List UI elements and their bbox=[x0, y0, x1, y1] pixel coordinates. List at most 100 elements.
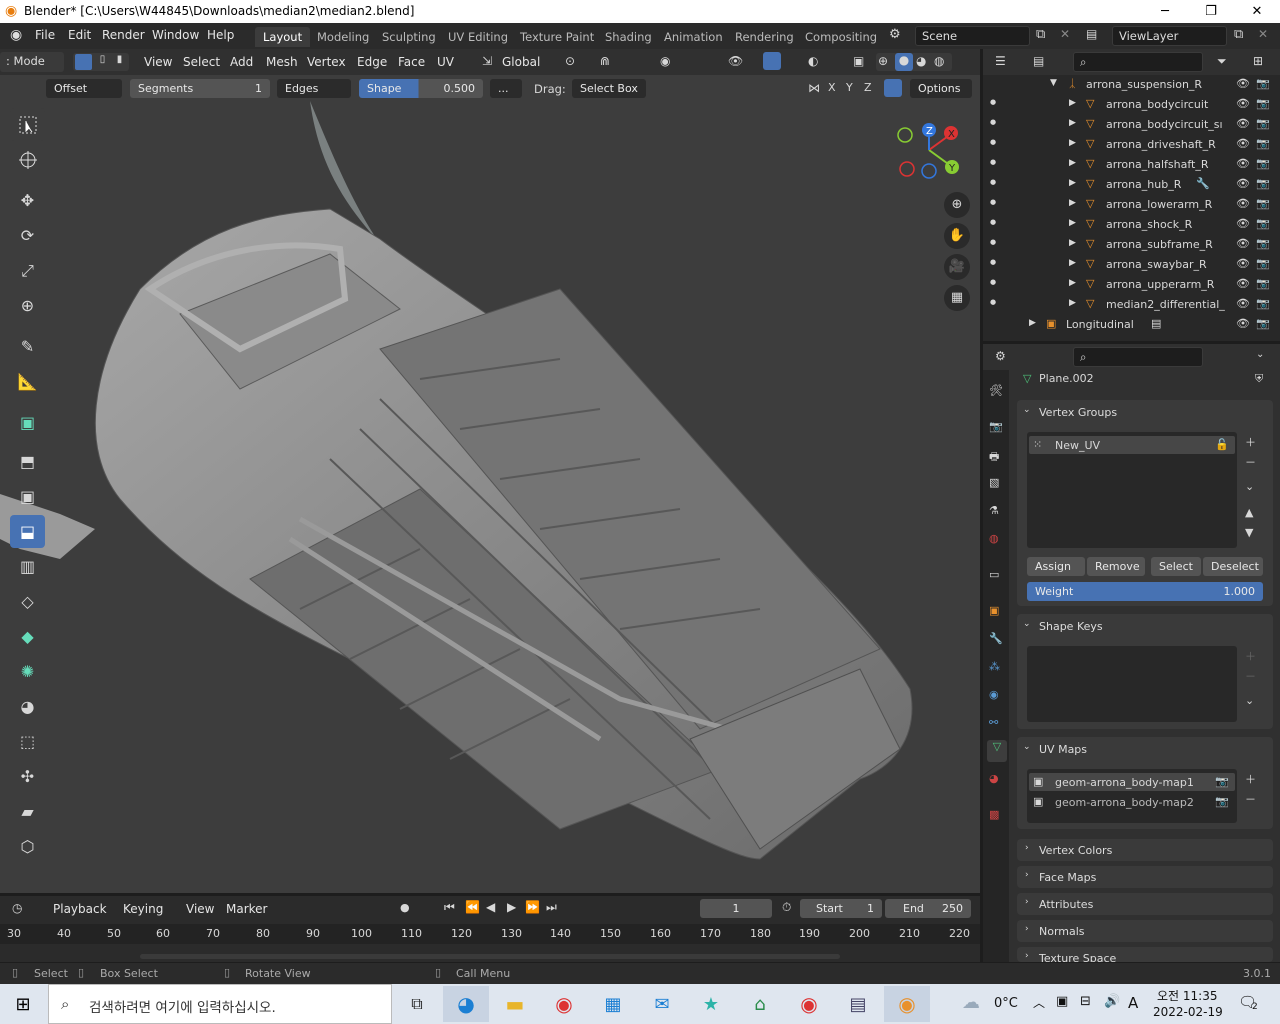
mirror-icon[interactable]: ⋈ bbox=[808, 81, 820, 95]
viewport-menu-face[interactable]: Face bbox=[398, 55, 425, 69]
menu-render[interactable]: Render bbox=[102, 28, 145, 42]
move-tool-icon[interactable]: ✥ bbox=[10, 184, 45, 217]
axis-z-toggle[interactable]: Z bbox=[864, 81, 872, 94]
attributes-panel[interactable]: › Attributes bbox=[1017, 893, 1273, 915]
add-icon[interactable]: ＋ bbox=[1245, 771, 1256, 787]
eye-icon[interactable]: 👁 bbox=[1236, 257, 1250, 270]
render-camera-icon[interactable]: 📷 bbox=[1256, 157, 1270, 170]
poly-build-tool-icon[interactable]: ◆ bbox=[10, 620, 45, 653]
taskbar-search-box[interactable]: ⌕ 검색하려면 여기에 입력하십시오. bbox=[48, 984, 392, 1024]
world-tab-icon[interactable]: ◍ bbox=[989, 532, 999, 545]
move-down-icon[interactable]: ▼ bbox=[1245, 526, 1253, 539]
outliner-item[interactable]: ● ▶ ▽ arrona_shock_R 👁 📷 bbox=[983, 215, 1280, 235]
current-frame-field[interactable]: 1 bbox=[700, 899, 772, 918]
maximize-button[interactable]: ❐ bbox=[1188, 0, 1234, 23]
scene-field[interactable]: Scene bbox=[915, 26, 1030, 46]
eye-icon[interactable]: 👁 bbox=[1236, 77, 1250, 90]
blender-menu-icon[interactable]: ◉ bbox=[10, 27, 22, 43]
visibility-icon[interactable]: 👁 bbox=[728, 54, 743, 68]
deselect-button[interactable]: Deselect bbox=[1203, 557, 1263, 576]
gizmo-toggle-icon[interactable] bbox=[763, 52, 781, 70]
cursor-tool-icon[interactable] bbox=[10, 143, 45, 176]
viewport-menu-view[interactable]: View bbox=[144, 55, 172, 69]
timeline-scrollbar[interactable] bbox=[140, 954, 840, 959]
xray-icon[interactable]: ▣ bbox=[853, 54, 864, 68]
keying-menu[interactable]: Keying bbox=[123, 902, 163, 916]
playback-menu[interactable]: Playback bbox=[53, 902, 107, 916]
render-camera-icon[interactable]: 📷 bbox=[1256, 137, 1270, 150]
transform-tool-icon[interactable]: ⊕ bbox=[10, 289, 45, 322]
weather-temp[interactable]: 0°C bbox=[994, 996, 1018, 1011]
app-map-icon[interactable]: ⌂ bbox=[737, 986, 783, 1022]
face-maps-panel[interactable]: › Face Maps bbox=[1017, 866, 1273, 888]
scene-tab-icon[interactable]: ⚗ bbox=[989, 504, 999, 517]
fake-user-shield-icon[interactable]: ⛨ bbox=[1255, 372, 1263, 386]
eye-icon[interactable]: 👁 bbox=[1236, 197, 1250, 210]
task-view-icon[interactable]: ⧉ bbox=[394, 986, 440, 1022]
tab-shading[interactable]: Shading bbox=[597, 27, 660, 47]
eye-icon[interactable]: 👁 bbox=[1236, 237, 1250, 250]
segments-field[interactable]: Segments 1 bbox=[130, 79, 270, 98]
network-icon[interactable]: ⊟ bbox=[1080, 994, 1091, 1009]
menu-window[interactable]: Window bbox=[152, 28, 199, 42]
clock-time[interactable]: 오전 11:35 bbox=[1157, 987, 1217, 1004]
jump-start-icon[interactable]: ⏮ bbox=[444, 900, 455, 915]
ime-indicator[interactable]: A bbox=[1128, 994, 1138, 1012]
outliner-item[interactable]: ▼ ᛣ arrona_suspension_R 👁 📷 bbox=[983, 75, 1280, 95]
knife-tool-icon[interactable]: ◇ bbox=[10, 585, 45, 618]
viewport-menu-select[interactable]: Select bbox=[183, 55, 220, 69]
windows-start-icon[interactable]: ⊞ bbox=[0, 986, 46, 1022]
outliner-item[interactable]: ▶ ▣ Longitudinal ▤ 👁 📷 bbox=[983, 315, 1280, 335]
render-camera-icon[interactable]: 📷 bbox=[1256, 297, 1270, 310]
material-tab-icon[interactable]: ◕ bbox=[989, 772, 999, 785]
tab-layout[interactable]: Layout bbox=[255, 27, 311, 47]
uv-map-item[interactable]: ▣ geom-arrona_body-map2 📷 bbox=[1029, 793, 1235, 811]
chevron-down-icon[interactable]: ⌄ bbox=[1245, 480, 1254, 493]
tab-modeling[interactable]: Modeling bbox=[309, 27, 377, 47]
eye-icon[interactable]: 👁 bbox=[1236, 277, 1250, 290]
play-reverse-icon[interactable]: ◀ bbox=[486, 900, 495, 914]
modifier-tab-icon[interactable]: 🔧 bbox=[989, 632, 1003, 645]
viewport-menu-mesh[interactable]: Mesh bbox=[266, 55, 298, 69]
view-menu[interactable]: View bbox=[186, 902, 214, 916]
shape-slider[interactable]: Shape 0.500 bbox=[359, 79, 483, 98]
remove-icon[interactable]: － bbox=[1245, 791, 1256, 807]
outliner-item[interactable]: ● ▶ ▽ arrona_upperarm_R 👁 📷 bbox=[983, 275, 1280, 295]
tray-chevron-icon[interactable]: ︿ bbox=[1033, 994, 1045, 1011]
remove-button[interactable]: Remove bbox=[1087, 557, 1145, 576]
viewport-menu-edge[interactable]: Edge bbox=[357, 55, 387, 69]
rendered-shading-icon[interactable]: ◍ bbox=[934, 54, 944, 68]
remove-icon[interactable]: － bbox=[1245, 454, 1256, 470]
outliner-item[interactable]: ● ▶ ▽ median2_differential_ 👁 📷 bbox=[983, 295, 1280, 315]
properties-search-input[interactable]: ⌕ bbox=[1073, 347, 1203, 367]
spin-tool-icon[interactable]: ✺ bbox=[10, 655, 45, 688]
render-tab-icon[interactable]: 📷 bbox=[989, 420, 1003, 433]
render-camera-icon[interactable]: 📷 bbox=[1256, 77, 1270, 90]
chevron-down-icon[interactable]: ⌄ bbox=[1023, 619, 1031, 629]
uv-maps-title[interactable]: UV Maps bbox=[1039, 743, 1087, 756]
outliner-item[interactable]: ● ▶ ▽ arrona_swaybar_R 👁 📷 bbox=[983, 255, 1280, 275]
render-camera-icon[interactable]: 📷 bbox=[1256, 237, 1270, 250]
record-icon[interactable]: ● bbox=[400, 901, 410, 914]
object-tab-icon[interactable]: ▣ bbox=[989, 604, 999, 617]
loop-cut-tool-icon[interactable]: ▥ bbox=[10, 550, 45, 583]
output-tab-icon[interactable]: 🖶 bbox=[989, 448, 999, 467]
outliner-item[interactable]: ● ▶ ▽ arrona_bodycircuit_sı 👁 📷 bbox=[983, 115, 1280, 135]
minimize-button[interactable]: ─ bbox=[1142, 0, 1188, 23]
pivot-icon[interactable]: ⊙ bbox=[565, 54, 575, 68]
offset-dropdown[interactable]: Offset bbox=[46, 79, 122, 98]
lock-icon[interactable]: 🔓 bbox=[1215, 438, 1229, 451]
chevron-down-icon[interactable]: ⌄ bbox=[1245, 694, 1254, 707]
wireframe-shading-icon[interactable]: ⊕ bbox=[878, 54, 888, 68]
tray-app-icon[interactable]: ▣ bbox=[1056, 994, 1068, 1009]
assign-button[interactable]: Assign bbox=[1027, 557, 1085, 576]
close-button[interactable]: ✕ bbox=[1234, 0, 1280, 23]
end-frame-field[interactable]: End 250 bbox=[885, 899, 971, 918]
select-button[interactable]: Select bbox=[1151, 557, 1201, 576]
axis-x-toggle[interactable]: X bbox=[828, 81, 836, 94]
tab-rendering[interactable]: Rendering bbox=[727, 27, 802, 47]
3d-viewport[interactable] bbox=[0, 49, 980, 893]
overlay-icon[interactable]: ◐ bbox=[808, 54, 818, 68]
view-layer-tab-icon[interactable]: ▧ bbox=[989, 476, 999, 489]
particles-tab-icon[interactable]: ⁂ bbox=[989, 660, 1000, 673]
